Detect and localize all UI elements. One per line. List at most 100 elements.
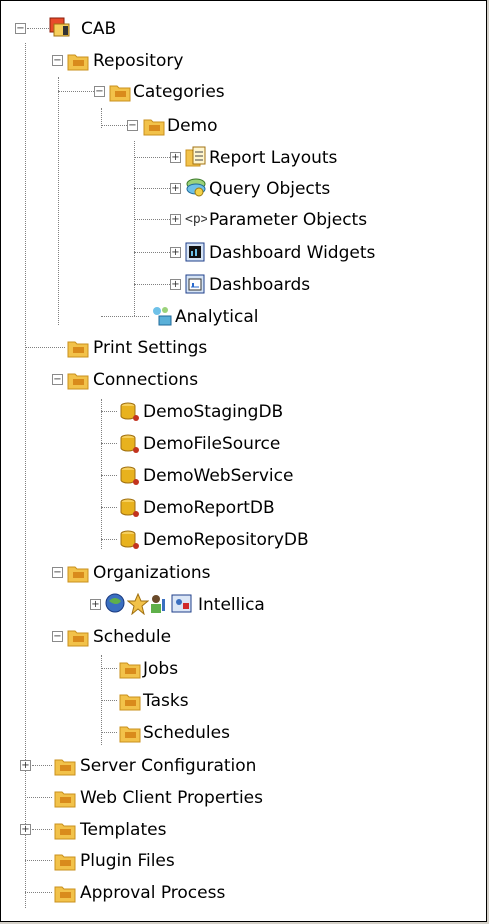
expand-toggle[interactable]: +	[90, 599, 101, 610]
tree-node-parameter-objects[interactable]: + <p> Parameter Objects	[1, 206, 488, 234]
node-label: CAB	[81, 19, 117, 39]
expand-toggle[interactable]: +	[170, 279, 181, 290]
tree-node-categories[interactable]: − Categories	[1, 78, 488, 106]
node-label: DemoRepositoryDB	[143, 530, 309, 550]
tree-node-connection[interactable]: DemoRepositoryDB	[1, 526, 488, 554]
tree-connector	[101, 443, 117, 444]
folder-icon	[67, 630, 89, 647]
folder-icon	[54, 854, 76, 871]
node-label: Organizations	[93, 563, 211, 583]
tree-node-schedule-item[interactable]: Tasks	[1, 687, 488, 715]
collapse-toggle[interactable]: −	[94, 86, 105, 97]
tree-connector	[134, 188, 170, 189]
node-label: Categories	[133, 82, 225, 102]
node-label: Report Layouts	[209, 148, 338, 168]
tree-node-organizations[interactable]: − Organizations	[1, 559, 488, 587]
collapse-toggle[interactable]: −	[52, 631, 63, 642]
node-label: Server Configuration	[80, 756, 257, 776]
node-label: DemoWebService	[143, 466, 294, 486]
node-label: Connections	[93, 370, 199, 390]
folder-icon	[54, 759, 76, 776]
tree-connector	[101, 411, 117, 412]
tree-connector	[134, 219, 170, 220]
folder-icon	[119, 726, 141, 743]
organization-globe-icon	[105, 593, 125, 613]
tree-node-approval-process[interactable]: Approval Process	[1, 879, 488, 907]
tree-node-dashboard-widgets[interactable]: + Dashboard Widgets	[1, 239, 488, 267]
collapse-toggle[interactable]: −	[52, 567, 63, 578]
tree-node-intellica[interactable]: + Intellica	[1, 591, 488, 619]
tree-node-print-settings[interactable]: Print Settings	[1, 334, 488, 362]
tree-node-schedule-item[interactable]: Schedules	[1, 719, 488, 747]
tree-connector	[27, 28, 49, 29]
folder-icon	[119, 694, 141, 711]
tree-node-cab[interactable]: − CAB	[1, 15, 488, 43]
node-label: Parameter Objects	[209, 210, 368, 230]
tree-connector	[101, 700, 117, 701]
tree-node-schedule[interactable]: − Schedule	[1, 623, 488, 651]
tree-node-analytical[interactable]: Analytical	[1, 303, 488, 331]
tree-node-connections[interactable]: − Connections	[1, 366, 488, 394]
expand-toggle[interactable]: +	[170, 183, 181, 194]
node-label: Query Objects	[209, 179, 331, 199]
tree-connector	[25, 347, 65, 348]
node-label: Schedule	[93, 627, 172, 647]
node-label: Schedules	[143, 723, 230, 743]
node-label: Repository	[93, 51, 184, 71]
tree-connector	[58, 91, 94, 92]
collapse-toggle[interactable]: −	[52, 374, 63, 385]
tree-node-web-client-properties[interactable]: Web Client Properties	[1, 784, 488, 812]
folder-icon	[67, 566, 89, 583]
folder-icon	[54, 886, 76, 903]
tree-connector	[25, 860, 52, 861]
expand-toggle[interactable]: +	[170, 214, 181, 225]
node-label: Dashboards	[209, 275, 311, 295]
tree-node-connection[interactable]: DemoWebService	[1, 462, 488, 490]
user-key-icon	[151, 595, 165, 613]
tree-node-connection[interactable]: DemoFileSource	[1, 430, 488, 458]
collapse-toggle[interactable]: −	[127, 120, 138, 131]
folder-icon	[54, 823, 76, 840]
tree-panel: − CAB − Repository − Categories − Demo +…	[0, 0, 487, 922]
folder-icon	[67, 341, 89, 358]
tree-node-server-configuration[interactable]: + Server Configuration	[1, 752, 488, 780]
expand-toggle[interactable]: +	[20, 760, 31, 771]
tree-node-demo[interactable]: − Demo	[1, 112, 488, 140]
tree-node-query-objects[interactable]: + Query Objects	[1, 175, 488, 203]
tree-connector	[101, 125, 127, 126]
node-label: Demo	[167, 116, 218, 136]
tree-node-repository[interactable]: − Repository	[1, 47, 488, 75]
collapse-toggle[interactable]: −	[15, 23, 26, 34]
tree-connector	[101, 475, 117, 476]
expand-toggle[interactable]: +	[170, 247, 181, 258]
tree-connector	[134, 157, 170, 158]
node-label: Dashboard Widgets	[209, 243, 376, 263]
tree-connector	[134, 252, 170, 253]
repository-tree: − CAB − Repository − Categories − Demo +…	[1, 1, 488, 923]
tree-node-plugin-files[interactable]: Plugin Files	[1, 847, 488, 875]
svg-text:<p>: <p>	[185, 212, 207, 227]
expand-toggle[interactable]: +	[170, 152, 181, 163]
server-icon	[49, 17, 70, 37]
tree-connector	[32, 765, 52, 766]
expand-toggle[interactable]: +	[20, 824, 31, 835]
folder-icon	[109, 85, 131, 102]
report-layout-icon	[185, 146, 206, 167]
folder-icon	[143, 119, 165, 136]
tree-node-dashboards[interactable]: + Dashboards	[1, 271, 488, 299]
tree-node-report-layouts[interactable]: + Report Layouts	[1, 144, 488, 172]
collapse-toggle[interactable]: −	[52, 55, 63, 66]
dashboard-icon	[185, 274, 205, 294]
tree-connector	[101, 732, 117, 733]
node-label: Jobs	[143, 659, 179, 679]
tree-node-schedule-item[interactable]: Jobs	[1, 655, 488, 683]
tree-node-templates[interactable]: + Templates	[1, 816, 488, 844]
tree-node-connection[interactable]: DemoReportDB	[1, 494, 488, 522]
node-label: Print Settings	[93, 338, 208, 358]
tree-node-connection[interactable]: DemoStagingDB	[1, 398, 488, 426]
tree-connector	[134, 284, 170, 285]
tree-connector	[25, 797, 52, 798]
database-icon	[120, 498, 139, 517]
database-icon	[120, 434, 139, 453]
dashboard-widget-icon	[185, 242, 205, 262]
